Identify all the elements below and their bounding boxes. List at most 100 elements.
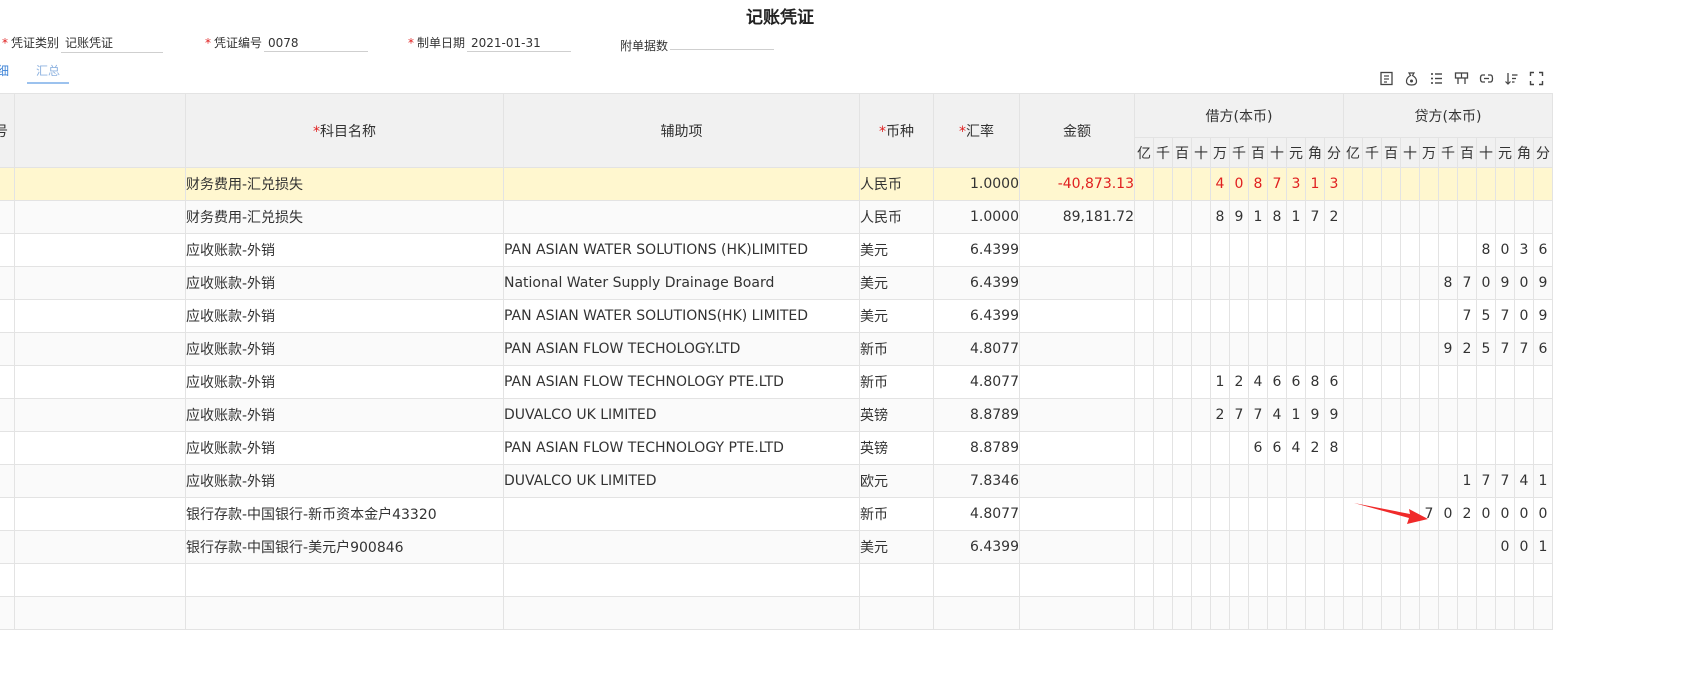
row-index[interactable] <box>0 233 15 267</box>
credit-digit-cell[interactable] <box>1419 563 1439 597</box>
debit-digit-cell[interactable] <box>1248 464 1268 498</box>
table-row[interactable]: 银行存款-中国银行-新币资本金户43320 新币 4.8077 7 0 2 0 0 0 0 <box>0 497 1553 531</box>
voucher-type-input[interactable]: 记账凭证 <box>61 34 164 53</box>
credit-digit-cell[interactable] <box>1438 530 1458 564</box>
table-row[interactable]: 0应收账款-外销DUVALCO UK LIMITED欧元7.834617741 <box>0 464 1553 498</box>
row-index[interactable] <box>0 398 15 432</box>
debit-digit-cell[interactable]: 8 <box>1305 365 1325 399</box>
debit-digit-cell[interactable] <box>1172 596 1192 630</box>
credit-digit-cell[interactable]: 9 <box>1533 266 1553 300</box>
credit-digit-cell[interactable] <box>1438 167 1458 201</box>
credit-digit-cell[interactable]: 0 <box>1495 233 1515 267</box>
debit-digit-cell[interactable] <box>1305 299 1325 333</box>
credit-digit-cell[interactable] <box>1495 563 1515 597</box>
amount-cell[interactable] <box>1019 266 1135 300</box>
credit-digit-cell[interactable] <box>1343 167 1363 201</box>
summary-cell[interactable] <box>14 299 186 333</box>
credit-digit-cell[interactable]: 1 <box>1457 464 1477 498</box>
debit-digit-cell[interactable] <box>1305 266 1325 300</box>
debit-digit-cell[interactable] <box>1134 365 1154 399</box>
credit-digit-cell[interactable] <box>1533 398 1553 432</box>
debit-digit-cell[interactable] <box>1191 365 1211 399</box>
debit-digit-cell[interactable] <box>1210 299 1230 333</box>
debit-digit-cell[interactable] <box>1267 266 1287 300</box>
debit-digit-cell[interactable]: 8 <box>1210 200 1230 234</box>
debit-digit-cell[interactable]: 4 <box>1210 167 1230 201</box>
debit-digit-cell[interactable] <box>1229 233 1249 267</box>
credit-digit-cell[interactable] <box>1400 464 1420 498</box>
debit-digit-cell[interactable] <box>1134 398 1154 432</box>
debit-digit-cell[interactable] <box>1153 464 1173 498</box>
currency-cell[interactable]: 人民币 <box>859 200 934 234</box>
rate-cell[interactable]: 6.4399 <box>933 233 1020 267</box>
rate-cell[interactable]: 4.8077 <box>933 497 1020 531</box>
debit-digit-cell[interactable]: 4 <box>1286 431 1306 465</box>
attachment-count-field[interactable]: 附单据数 <box>620 34 775 54</box>
row-index[interactable] <box>0 200 15 234</box>
amount-cell[interactable] <box>1019 299 1135 333</box>
table-row[interactable]: 应收账款-外销 PAN ASIAN FLOW TECHNOLOGY PTE.LTD… <box>0 365 1553 399</box>
credit-digit-cell[interactable] <box>1362 464 1382 498</box>
debit-digit-cell[interactable] <box>1153 497 1173 531</box>
credit-digit-cell[interactable] <box>1362 167 1382 201</box>
subject-cell[interactable]: 应收账款-外销 <box>185 233 504 267</box>
credit-digit-cell[interactable] <box>1457 431 1477 465</box>
debit-digit-cell[interactable] <box>1267 563 1287 597</box>
aux-cell[interactable] <box>503 596 860 630</box>
debit-digit-cell[interactable] <box>1172 398 1192 432</box>
debit-digit-cell[interactable] <box>1324 233 1344 267</box>
debit-digit-cell[interactable] <box>1324 563 1344 597</box>
aux-cell[interactable] <box>503 530 860 564</box>
credit-digit-cell[interactable]: 0 <box>1514 266 1534 300</box>
debit-digit-cell[interactable] <box>1229 563 1249 597</box>
credit-digit-cell[interactable] <box>1419 200 1439 234</box>
currency-cell[interactable]: 新币 <box>859 365 934 399</box>
credit-digit-cell[interactable] <box>1495 167 1515 201</box>
debit-digit-cell[interactable]: 2 <box>1324 200 1344 234</box>
credit-digit-cell[interactable] <box>1457 167 1477 201</box>
link-icon[interactable] <box>1478 70 1494 86</box>
debit-digit-cell[interactable] <box>1134 167 1154 201</box>
debit-digit-cell[interactable] <box>1134 233 1154 267</box>
debit-digit-cell[interactable] <box>1248 596 1268 630</box>
credit-digit-cell[interactable] <box>1476 530 1496 564</box>
debit-digit-cell[interactable] <box>1229 266 1249 300</box>
debit-digit-cell[interactable] <box>1191 332 1211 366</box>
credit-digit-cell[interactable] <box>1400 596 1420 630</box>
debit-digit-cell[interactable]: 4 <box>1248 365 1268 399</box>
currency-cell[interactable] <box>859 563 934 597</box>
rate-cell[interactable]: 6.4399 <box>933 299 1020 333</box>
credit-digit-cell[interactable]: 7 <box>1476 464 1496 498</box>
subject-cell[interactable]: 财务费用-汇兑损失 <box>185 167 504 201</box>
row-index[interactable] <box>0 497 15 531</box>
debit-digit-cell[interactable]: 9 <box>1324 398 1344 432</box>
debit-digit-cell[interactable]: 6 <box>1286 365 1306 399</box>
debit-digit-cell[interactable]: 2 <box>1229 365 1249 399</box>
voucher-no-input[interactable]: 0078 <box>264 36 369 52</box>
credit-digit-cell[interactable] <box>1362 563 1382 597</box>
amount-cell[interactable] <box>1019 332 1135 366</box>
debit-digit-cell[interactable] <box>1153 563 1173 597</box>
table-row[interactable] <box>0 563 1553 597</box>
row-index[interactable]: 1 <box>0 167 15 201</box>
table-row[interactable] <box>0 596 1553 630</box>
form-icon[interactable] <box>1378 70 1394 86</box>
debit-digit-cell[interactable] <box>1153 365 1173 399</box>
row-index[interactable] <box>0 332 15 366</box>
credit-digit-cell[interactable]: 8 <box>1476 233 1496 267</box>
credit-digit-cell[interactable]: 4 <box>1514 464 1534 498</box>
aux-cell[interactable] <box>503 167 860 201</box>
aux-cell[interactable] <box>503 497 860 531</box>
debit-digit-cell[interactable] <box>1267 233 1287 267</box>
rate-cell[interactable]: 4.8077 <box>933 365 1020 399</box>
credit-digit-cell[interactable]: 6 <box>1533 332 1553 366</box>
debit-digit-cell[interactable] <box>1229 497 1249 531</box>
subject-cell[interactable]: 应收账款-外销 <box>185 365 504 399</box>
debit-digit-cell[interactable] <box>1286 266 1306 300</box>
amount-cell[interactable] <box>1019 365 1135 399</box>
credit-digit-cell[interactable]: 0 <box>1514 530 1534 564</box>
credit-digit-cell[interactable] <box>1343 398 1363 432</box>
aux-cell[interactable]: PAN ASIAN FLOW TECHNOLOGY PTE.LTD <box>503 431 860 465</box>
currency-cell[interactable] <box>859 596 934 630</box>
credit-digit-cell[interactable] <box>1381 266 1401 300</box>
